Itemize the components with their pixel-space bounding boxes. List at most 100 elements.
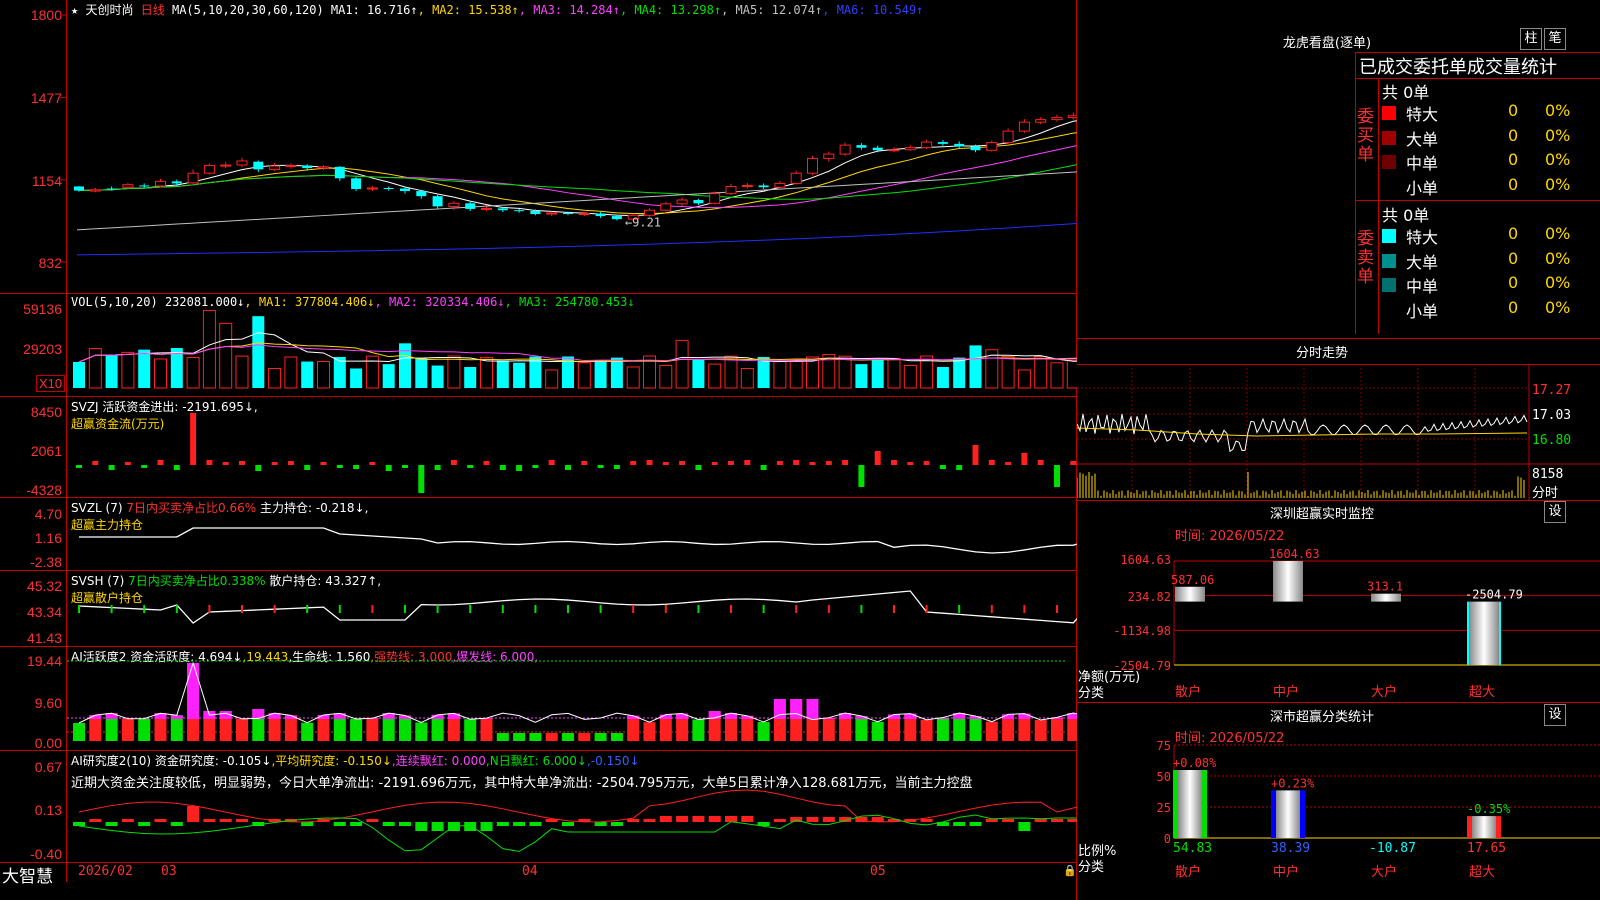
table-header: 已成交委托单成交量统计 [1359,57,1557,78]
retail-bar [143,605,146,613]
fund-flow-bar [1021,453,1028,465]
retail-bar [762,605,765,613]
fund-flow-bar [793,460,800,465]
candle-body [203,165,215,174]
activity-bar [480,718,493,741]
research-bar [1034,819,1047,822]
research-bar [154,819,167,822]
sell-side-label: 委卖单 [1357,229,1374,287]
legend-swatch [1382,155,1396,169]
ratio-bar [1178,770,1202,838]
lhb-title: 龙虎看盘(逐单) [1282,36,1372,51]
candle-body [400,188,410,192]
candle-body [1051,117,1063,121]
volume-bar [969,345,982,388]
fund-flow-bar [157,460,164,465]
activity-bar [366,718,379,741]
research-bar [333,822,346,826]
order-count: 0 [1508,248,1519,268]
intraday-chart[interactable] [1077,364,1600,500]
research-bar [953,822,966,826]
buy-total: 共 0单 [1382,83,1430,102]
ss-settings-button[interactable]: 设 [1544,704,1566,726]
candle-body [823,153,835,159]
net-bar [1469,601,1499,665]
activity-bar [562,733,574,741]
ratio-value-label: -10.87 [1369,841,1416,856]
candle-body [497,208,508,211]
pen-view-button[interactable]: 笔 [1544,28,1566,50]
fund-flow-bar [434,465,441,470]
retail-bar [730,605,732,613]
retail-bar [404,605,406,613]
candle-body [253,161,264,170]
activity-bar [969,716,982,741]
candle-body [1002,130,1014,144]
candle-body [546,212,558,215]
candle-body [774,182,786,188]
volume-bar [953,357,966,388]
price-line [1077,413,1528,453]
research-bar [822,817,835,822]
legend-swatch [1382,106,1396,120]
research-bar [301,822,314,826]
candle-body [171,181,182,184]
candle-body [1018,121,1030,132]
category-label: 大户 [1371,864,1397,880]
candle-body [578,213,590,216]
candle-body [351,178,362,190]
candle-body [693,199,704,204]
volume-bar [806,356,819,389]
activity-bar-top [1018,713,1031,719]
volume-bar [415,358,428,388]
candle-body [448,202,460,207]
lock-icon[interactable]: 🔒 [1063,864,1077,877]
bar-view-button[interactable]: 柱 [1520,28,1542,50]
retail-bar [1023,605,1026,613]
sz-settings-button[interactable]: 设 [1544,501,1566,523]
bar-value-label: 1604.63 [1269,547,1320,561]
fund-flow-bar [695,465,702,470]
activity-bar-top [904,713,917,719]
order-size-label: 大单 [1406,129,1439,149]
retail-bar [664,605,667,613]
volume-bar [105,354,118,388]
fund-flow-bar [939,465,946,469]
volume-bar [789,361,803,389]
volume-bar [431,365,444,388]
fund-flow-bar [483,461,490,465]
research-bar [1051,819,1063,822]
candle-body [563,213,573,215]
order-percent: 0% [1545,150,1571,169]
candle-body [334,166,345,179]
kline-chart[interactable]: 18.00←9.21 [0,0,1077,882]
fund-flow-bar [662,462,669,465]
category-label: 超大 [1469,685,1495,700]
bar-value-label: -2504.79 [1465,588,1523,602]
category-label: 散户 [1175,684,1201,700]
divider [1355,52,1356,334]
ss-title: 深市超赢分类统计 [1269,710,1374,725]
activity-bar [578,733,591,741]
volume-bar [675,339,689,389]
research-bar [236,819,248,822]
order-size-label: 特大 [1406,105,1439,124]
volume-bar [903,365,917,389]
change-label: -0.35% [1467,802,1511,816]
retail-bar [175,605,178,613]
candle-body [725,185,737,195]
research-bar [73,822,85,826]
activity-bar-top [790,699,803,719]
volume-bar [773,361,787,389]
volume-bar [887,357,901,389]
activity-bar [985,721,998,741]
fund-flow-bar [532,465,539,468]
legend-swatch [1382,229,1396,243]
chart-area[interactable]: 1800 1477 1154 832 59136 29203 X10 8450 … [0,0,1077,900]
activity-bar [920,719,933,741]
candle-body [74,186,84,191]
volume-bar [301,361,314,388]
volume-bar [855,364,868,388]
ma-line [78,164,1077,200]
volume-bar [740,368,754,389]
